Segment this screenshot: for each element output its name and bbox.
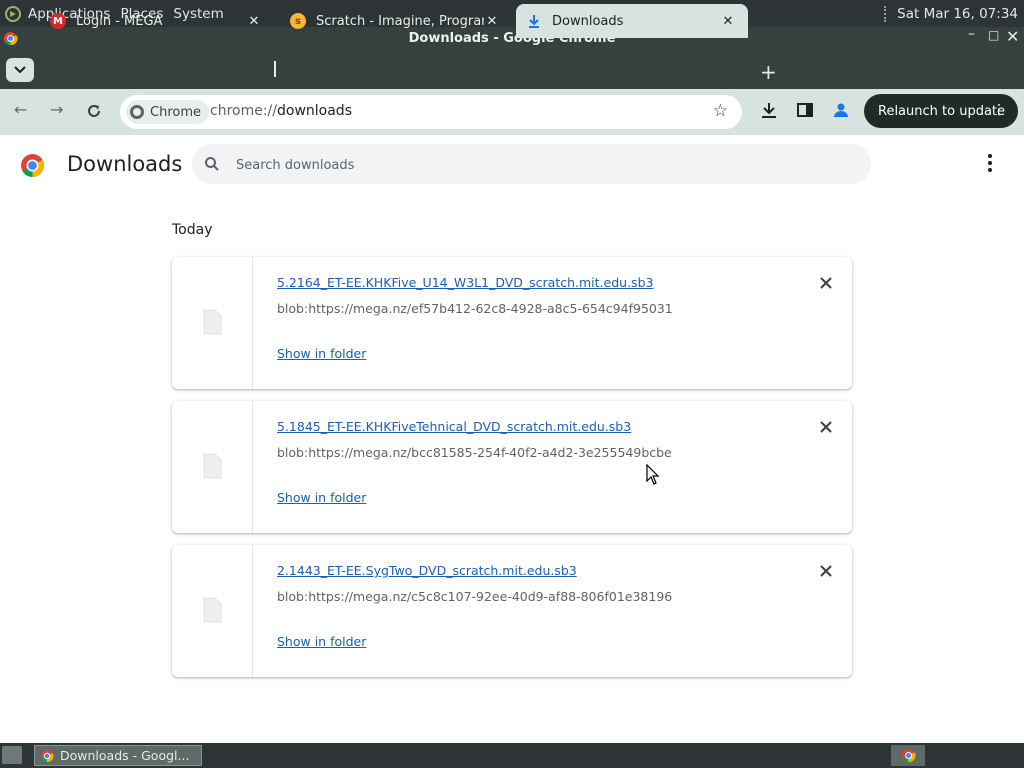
file-icon-column (172, 401, 253, 533)
tab-label: Login - MEGA (76, 13, 163, 29)
tab-login-mega[interactable]: M Login - MEGA ✕ (36, 4, 274, 38)
chrome-icon (130, 105, 144, 119)
remove-download-icon[interactable] (816, 561, 836, 581)
tab-strip (0, 51, 1024, 89)
maximize-icon[interactable]: □ (988, 28, 999, 42)
tab-search-button[interactable] (6, 58, 34, 82)
tab-downloads[interactable]: Downloads ✕ (516, 4, 748, 38)
search-input[interactable] (234, 153, 838, 177)
file-name-link[interactable]: 5.1845_ET-EE.KHKFiveTehnical_DVD_scratch… (277, 419, 631, 434)
download-item: 2.1443_ET-EE.SygTwo_DVD_scratch.mit.edu.… (172, 545, 852, 677)
scratch-icon: s (290, 13, 306, 29)
show-in-folder-link[interactable]: Show in folder (277, 346, 366, 361)
workspace-switcher[interactable] (891, 745, 925, 766)
file-url[interactable]: blob:https://mega.nz/c5c8c107-92ee-40d9-… (277, 589, 672, 604)
url-scheme: chrome:// (210, 103, 277, 119)
file-name-link[interactable]: 5.2164_ET-EE.KHKFive_U14_W3L1_DVD_scratc… (277, 275, 653, 290)
remove-download-icon[interactable] (816, 273, 836, 293)
file-icon (203, 453, 222, 479)
site-info-chip[interactable]: Chrome (126, 100, 209, 124)
chrome-icon (40, 749, 54, 762)
close-tab-icon[interactable]: ✕ (246, 14, 262, 29)
show-desktop-icon[interactable] (2, 746, 22, 764)
mega-icon: M (50, 13, 66, 29)
browser-toolbar: ← → Chrome chrome://downloads ☆ Relaunch… (0, 89, 1024, 135)
downloads-header: Downloads (0, 136, 1024, 192)
profile-icon[interactable] (832, 101, 850, 119)
remove-download-icon[interactable] (816, 417, 836, 437)
panel-separator (884, 5, 889, 22)
clock[interactable]: Sat Mar 16, 07:34 (897, 6, 1018, 22)
page-title: Downloads (67, 152, 183, 176)
tab-label: Downloads (552, 13, 624, 29)
download-icon (526, 13, 542, 29)
new-tab-icon[interactable]: + (760, 60, 777, 84)
chip-label: Chrome (150, 104, 201, 120)
mouse-cursor-icon (646, 464, 660, 485)
tab-label: Scratch - Imagine, Program, (316, 13, 484, 29)
address-bar[interactable]: Chrome chrome://downloads ☆ (120, 95, 742, 129)
back-icon[interactable]: ← (14, 100, 27, 119)
search-icon (205, 157, 219, 171)
show-in-folder-link[interactable]: Show in folder (277, 490, 366, 505)
close-tab-icon[interactable]: ✕ (484, 14, 500, 29)
tab-scratch[interactable]: s Scratch - Imagine, Program, ✕ (276, 4, 512, 38)
relaunch-button[interactable]: Relaunch to update ⋮ (864, 94, 1018, 128)
file-icon (203, 597, 222, 623)
url-text[interactable]: chrome://downloads (210, 103, 352, 119)
file-url[interactable]: blob:https://mega.nz/ef57b412-62c8-4928-… (277, 301, 673, 316)
downloads-toolbar-icon[interactable] (760, 101, 778, 119)
tab-divider (274, 61, 276, 77)
file-icon-column (172, 545, 253, 677)
show-in-folder-link[interactable]: Show in folder (277, 634, 366, 649)
more-vert-icon: ⋮ (992, 102, 1006, 118)
download-item: 5.2164_ET-EE.KHKFive_U14_W3L1_DVD_scratc… (172, 257, 852, 389)
search-box[interactable] (192, 144, 871, 184)
close-tab-icon[interactable]: ✕ (720, 14, 736, 29)
chrome-logo-icon (21, 154, 44, 177)
more-actions-icon[interactable] (983, 154, 997, 174)
distro-logo-icon[interactable] (4, 5, 22, 23)
section-heading: Today (172, 222, 213, 238)
chevron-down-icon (14, 66, 26, 74)
bookmark-star-icon[interactable]: ☆ (713, 101, 728, 121)
chrome-icon (901, 748, 916, 763)
file-icon (203, 309, 222, 335)
reload-icon[interactable] (86, 103, 102, 119)
url-path: downloads (277, 103, 352, 119)
taskbar-item-label: Downloads - Googl... (60, 748, 190, 763)
taskbar-window-button[interactable]: Downloads - Googl... (34, 745, 202, 766)
file-name-link[interactable]: 2.1443_ET-EE.SygTwo_DVD_scratch.mit.edu.… (277, 563, 577, 578)
relaunch-label: Relaunch to update (878, 103, 1006, 119)
download-item: 5.1845_ET-EE.KHKFiveTehnical_DVD_scratch… (172, 401, 852, 533)
side-panel-icon[interactable] (796, 101, 814, 119)
close-window-icon[interactable]: ✕ (1006, 27, 1019, 46)
file-url[interactable]: blob:https://mega.nz/bcc81585-254f-40f2-… (277, 445, 672, 460)
file-icon-column (172, 257, 253, 389)
bottom-taskbar: Downloads - Googl... (0, 743, 1024, 768)
minimize-icon[interactable]: – (968, 26, 975, 42)
forward-icon[interactable]: → (50, 100, 63, 119)
